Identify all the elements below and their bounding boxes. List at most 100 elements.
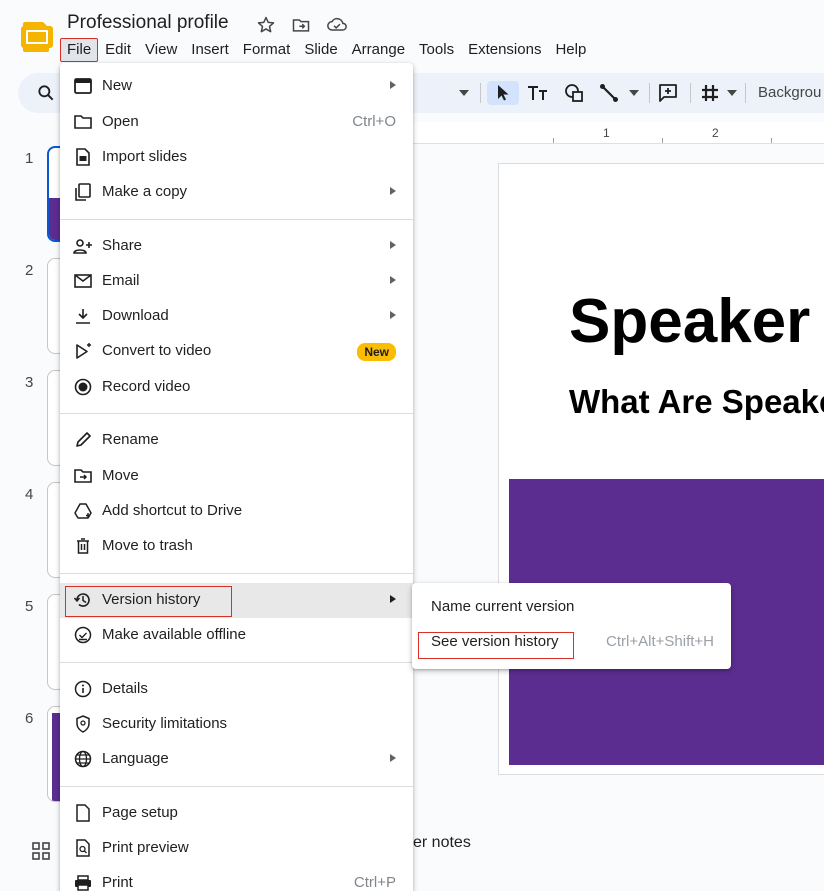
slide-number: 2 <box>25 262 34 279</box>
menu-item-move[interactable]: Move <box>60 459 413 494</box>
menu-help[interactable]: Help <box>548 38 593 62</box>
slide-title[interactable]: Speaker <box>569 286 810 357</box>
drive-shortcut-icon <box>73 501 93 521</box>
menu-item-label: Email <box>102 272 140 289</box>
submenu-arrow-icon <box>390 241 396 249</box>
star-icon[interactable] <box>255 14 277 36</box>
submenu-arrow-icon <box>390 276 396 284</box>
menu-bar: File Edit View Insert Format Slide Arran… <box>60 38 593 62</box>
submenu-arrow-icon <box>390 187 396 195</box>
submenu-arrow-icon <box>390 311 396 319</box>
menu-file[interactable]: File <box>60 38 99 62</box>
menu-item-label: Print <box>102 874 133 891</box>
submenu-arrow-icon <box>390 595 396 603</box>
menu-format[interactable]: Format <box>236 38 298 62</box>
menu-item-name-current-version[interactable]: Name current version <box>412 590 731 625</box>
line-icon[interactable] <box>596 81 622 105</box>
menu-item-add-shortcut[interactable]: Add shortcut to Drive <box>60 494 413 529</box>
comment-icon[interactable] <box>654 81 682 105</box>
move-icon <box>73 466 93 486</box>
menu-item-security-limitations[interactable]: Security limitations <box>60 707 413 742</box>
menu-item-label: New <box>102 77 133 94</box>
folder-open-icon <box>73 112 93 132</box>
menu-item-print[interactable]: Print Ctrl+P <box>60 866 413 891</box>
menu-item-download[interactable]: Download <box>60 299 413 334</box>
menu-item-convert-to-video[interactable]: Convert to video New <box>60 334 413 369</box>
menu-item-share[interactable]: Share <box>60 229 413 264</box>
menu-item-email[interactable]: Email <box>60 264 413 299</box>
menu-item-language[interactable]: Language <box>60 742 413 777</box>
text-box-icon[interactable] <box>524 81 552 105</box>
move-folder-icon[interactable] <box>290 14 312 36</box>
font-dropdown-caret-icon[interactable] <box>454 81 474 105</box>
trash-icon <box>73 536 93 556</box>
menu-view[interactable]: View <box>138 38 184 62</box>
menu-divider <box>60 573 413 574</box>
highlight-outline <box>418 632 574 659</box>
menu-divider <box>60 662 413 663</box>
slide-number: 3 <box>25 374 34 391</box>
menu-item-label: Rename <box>102 431 159 448</box>
menu-item-rename[interactable]: Rename <box>60 423 413 458</box>
submenu-arrow-icon <box>390 81 396 89</box>
print-icon <box>73 873 93 891</box>
toolbar-divider <box>745 83 746 103</box>
menu-item-page-setup[interactable]: Page setup <box>60 796 413 831</box>
slide-subtitle[interactable]: What Are Speake <box>569 383 824 421</box>
ruler-tick <box>662 138 663 143</box>
menu-item-record-video[interactable]: Record video <box>60 370 413 405</box>
menu-arrange[interactable]: Arrange <box>345 38 412 62</box>
background-button[interactable]: Backgrou <box>758 84 821 101</box>
menu-item-make-a-copy[interactable]: Make a copy <box>60 175 413 210</box>
menu-item-new[interactable]: New <box>60 69 413 104</box>
menu-item-move-to-trash[interactable]: Move to trash <box>60 529 413 564</box>
search-icon[interactable] <box>36 83 56 108</box>
menu-item-label: Language <box>102 750 169 767</box>
menu-divider <box>60 786 413 787</box>
offline-icon <box>73 625 93 645</box>
menu-edit[interactable]: Edit <box>98 38 138 62</box>
security-icon <box>73 714 93 734</box>
menu-item-label: Page setup <box>102 804 178 821</box>
highlight-outline <box>65 586 232 617</box>
record-icon <box>73 377 93 397</box>
layout-dropdown-caret-icon[interactable] <box>724 81 740 105</box>
menu-item-open[interactable]: Open Ctrl+O <box>60 105 413 140</box>
shape-icon[interactable] <box>560 81 588 105</box>
menu-item-print-preview[interactable]: Print preview <box>60 831 413 866</box>
submenu-arrow-icon <box>390 754 396 762</box>
import-slides-icon <box>73 147 93 167</box>
horizontal-ruler[interactable]: 1 2 <box>413 122 824 144</box>
menu-item-label: Share <box>102 237 143 254</box>
layout-grid-icon[interactable] <box>696 81 724 105</box>
slide-editor[interactable]: Speaker What Are Speake <box>498 163 824 775</box>
menu-item-label: Download <box>102 307 169 324</box>
slide-number: 1 <box>25 150 34 167</box>
menu-slide[interactable]: Slide <box>297 38 344 62</box>
globe-icon <box>73 749 93 769</box>
file-menu: New Open Ctrl+O Import slides Make a cop… <box>60 63 413 891</box>
cloud-saved-icon[interactable] <box>326 14 348 36</box>
menu-item-make-available-offline[interactable]: Make available offline <box>60 618 413 653</box>
speaker-notes-label[interactable]: er notes <box>413 834 471 852</box>
menu-insert[interactable]: Insert <box>184 38 236 62</box>
toolbar-divider <box>649 83 650 103</box>
menu-tools[interactable]: Tools <box>412 38 461 62</box>
download-icon <box>73 306 93 326</box>
menu-extensions[interactable]: Extensions <box>461 38 548 62</box>
menu-item-label: Import slides <box>102 148 188 165</box>
slides-logo-icon[interactable] <box>19 18 55 54</box>
grid-view-icon[interactable] <box>32 842 50 865</box>
slide-number: 6 <box>25 710 34 727</box>
document-title[interactable]: Professional profile <box>67 12 229 34</box>
print-preview-icon <box>73 838 93 858</box>
select-pointer-icon[interactable] <box>487 81 519 105</box>
menu-item-details[interactable]: Details <box>60 672 413 707</box>
ruler-mark: 2 <box>712 126 719 140</box>
menu-item-label: Print preview <box>102 839 189 856</box>
menu-item-label: Open <box>102 113 139 130</box>
menu-item-import-slides[interactable]: Import slides <box>60 140 413 175</box>
line-dropdown-caret-icon[interactable] <box>624 81 644 105</box>
menu-item-label: Security limitations <box>102 715 228 732</box>
menu-divider <box>60 219 413 220</box>
